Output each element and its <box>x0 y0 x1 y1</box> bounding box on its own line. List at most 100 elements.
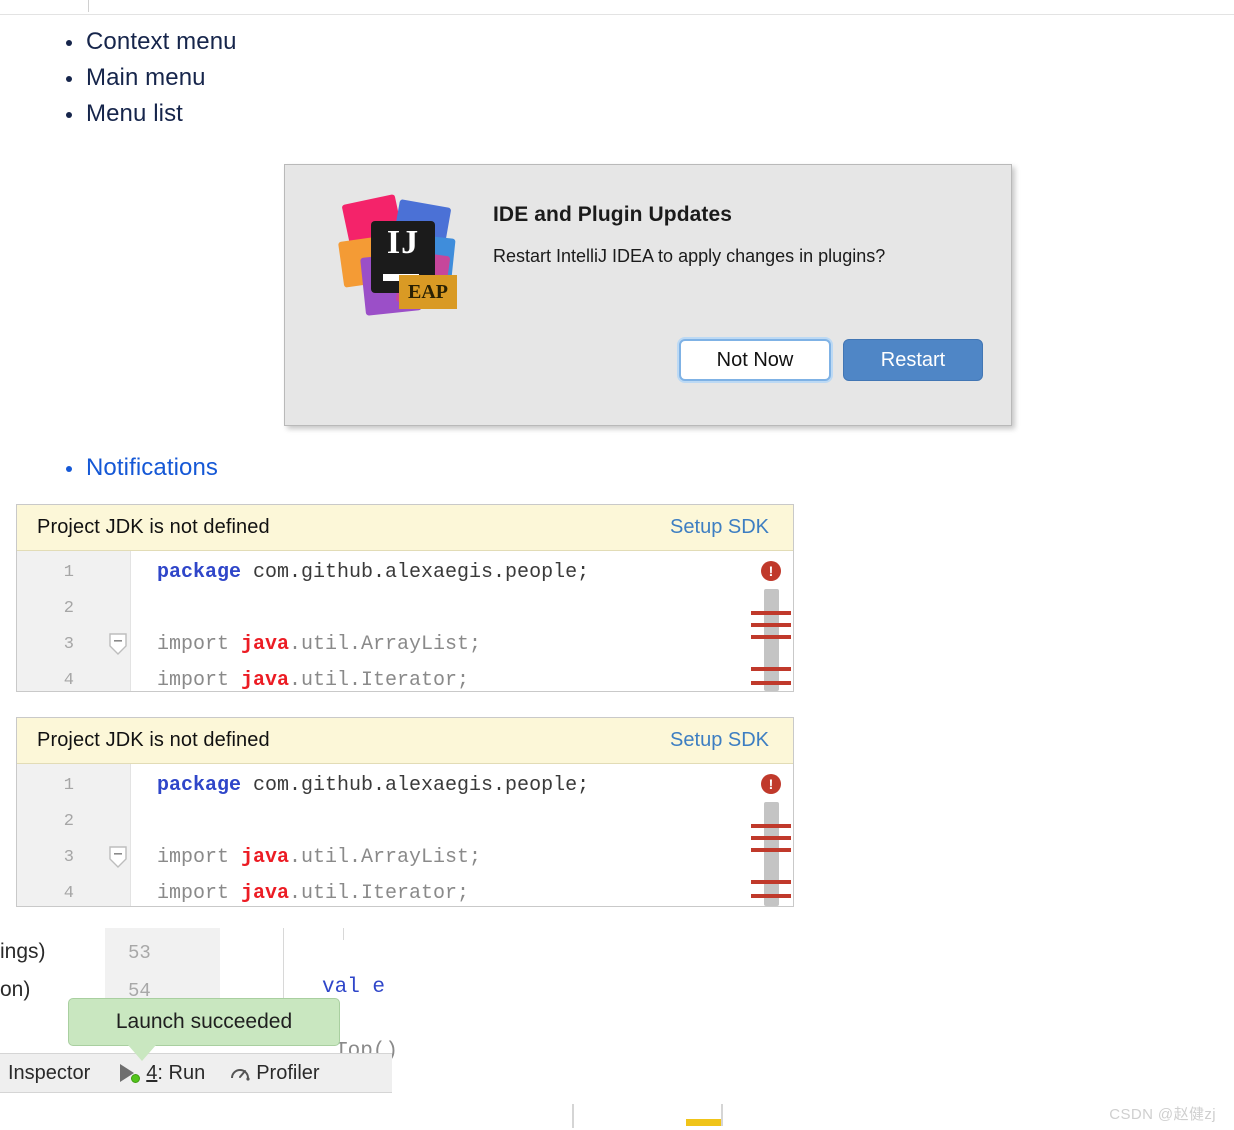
error-stripe-column[interactable]: ! <box>749 551 793 691</box>
code-token: import <box>157 633 242 656</box>
top-divider <box>0 14 1234 15</box>
code-token: .util.ArrayList; <box>289 846 482 869</box>
line-number: 4 <box>63 884 74 903</box>
setup-sdk-link[interactable]: Setup SDK <box>670 729 769 752</box>
run-play-icon[interactable] <box>120 1063 142 1083</box>
code-text-area[interactable]: package com.github.alexaegis.people; imp… <box>131 551 793 691</box>
logo-monogram: IJ <box>386 224 420 261</box>
error-marker[interactable] <box>751 836 791 840</box>
code-line: import java.util.Iterator; <box>157 884 469 904</box>
code-token: val <box>322 976 360 999</box>
tooltip-pointer-icon <box>128 1045 156 1061</box>
error-marker[interactable] <box>751 824 791 828</box>
code-line: package com.github.alexaegis.people; <box>157 563 589 583</box>
notification-panel: Project JDK is not defined Setup SDK 1 2… <box>16 504 794 692</box>
error-status-icon[interactable]: ! <box>761 561 781 581</box>
code-token: package <box>157 774 242 797</box>
notification-message: Project JDK is not defined <box>37 729 270 751</box>
error-marker[interactable] <box>751 623 791 627</box>
run-label: : Run <box>157 1061 206 1084</box>
code-token: java <box>241 882 290 905</box>
error-marker[interactable] <box>751 880 791 884</box>
status-profiler-item[interactable]: Profiler <box>229 1061 320 1085</box>
list-item[interactable]: Menu list <box>60 96 237 132</box>
line-number: 4 <box>63 671 74 690</box>
list-item-label: Menu list <box>86 100 183 127</box>
status-run-item[interactable]: 4: Run <box>120 1062 205 1085</box>
launch-succeeded-tooltip: Launch succeeded <box>68 998 340 1046</box>
code-token: java <box>241 846 290 869</box>
setup-sdk-link[interactable]: Setup SDK <box>670 516 769 539</box>
tooltip-label: Launch succeeded <box>115 1010 293 1033</box>
error-marker[interactable] <box>751 681 791 685</box>
watermark: CSDN @赵健zj <box>1109 1106 1216 1123</box>
error-marker[interactable] <box>751 848 791 852</box>
line-number: 1 <box>63 776 74 795</box>
code-token: import <box>157 669 242 692</box>
not-now-button[interactable]: Not Now <box>679 339 831 381</box>
error-marker[interactable] <box>751 635 791 639</box>
notification-banner: Project JDK is not defined Setup SDK <box>17 718 793 764</box>
code-editor[interactable]: 1 2 3 4 package com.github.alexaegis.peo… <box>17 764 793 906</box>
code-line: package com.github.alexaegis.people; <box>157 776 589 796</box>
code-token: package <box>157 561 242 584</box>
code-token: com.github.alexaegis.people; <box>241 774 590 797</box>
list-item[interactable]: Notifications <box>60 450 218 486</box>
line-number: 2 <box>63 599 74 618</box>
code-token: com.github.alexaegis.people; <box>241 561 590 584</box>
clipped-text-line: ings) <box>0 940 46 963</box>
profiler-gauge-icon <box>229 1063 251 1083</box>
clipped-text-line: on) <box>0 978 31 1001</box>
code-line: import java.util.ArrayList; <box>157 635 481 655</box>
editor-scrollbar[interactable] <box>764 802 779 906</box>
line-number: 3 <box>63 848 74 867</box>
list-item-label: Context menu <box>86 28 237 55</box>
bottom-gold-bar <box>686 1119 722 1126</box>
code-line: import java.util.Iterator; <box>157 671 469 691</box>
eap-badge: EAP <box>399 275 457 309</box>
line-number: 3 <box>63 635 74 654</box>
error-marker[interactable] <box>751 611 791 615</box>
code-token: java <box>241 633 290 656</box>
code-fold-icon[interactable] <box>109 633 127 655</box>
notification-panel: Project JDK is not defined Setup SDK 1 2… <box>16 717 794 907</box>
line-number: 2 <box>63 812 74 831</box>
code-token: .util.Iterator; <box>289 882 470 905</box>
notification-banner: Project JDK is not defined Setup SDK <box>17 505 793 551</box>
code-token: .util.ArrayList; <box>289 633 482 656</box>
ide-plugin-updates-dialog: IJ EAP IDE and Plugin Updates Restart In… <box>284 164 1012 426</box>
code-text-area[interactable]: package com.github.alexaegis.people; imp… <box>131 764 793 906</box>
editor-scrollbar[interactable] <box>764 589 779 691</box>
profiler-label: Profiler <box>256 1061 320 1084</box>
line-number: 1 <box>63 563 74 582</box>
error-marker[interactable] <box>751 667 791 671</box>
code-editor[interactable]: 1 2 3 4 package com.github.alexaegis.peo… <box>17 551 793 691</box>
list-item-label: Notifications <box>86 454 219 481</box>
editor-caret-tick <box>343 928 344 940</box>
code-token: import <box>157 846 242 869</box>
code-line: import java.util.ArrayList; <box>157 848 481 868</box>
error-status-icon[interactable]: ! <box>761 774 781 794</box>
editor-gutter[interactable]: 1 2 3 4 <box>17 764 131 906</box>
code-fold-icon[interactable] <box>109 846 127 868</box>
restart-button[interactable]: Restart <box>843 339 983 381</box>
bottom-tick-mark <box>572 1104 574 1128</box>
list-item[interactable]: Context menu <box>60 24 237 60</box>
list-item[interactable]: Main menu <box>60 60 237 96</box>
status-inspector-item[interactable]: Inspector <box>8 1062 90 1085</box>
error-stripe-column[interactable]: ! <box>749 764 793 906</box>
editor-gutter[interactable]: 1 2 3 4 <box>17 551 131 691</box>
line-number: 53 <box>128 942 151 964</box>
inspector-label: Inspector <box>8 1061 91 1084</box>
code-token: e <box>359 976 386 999</box>
top-ruler-tick <box>88 0 89 12</box>
list-item-label: Main menu <box>86 64 206 91</box>
notifications-bullet-list: Notifications <box>60 450 218 486</box>
notification-message: Project JDK is not defined <box>37 516 270 538</box>
error-marker[interactable] <box>751 894 791 898</box>
bottom-tick-mark <box>721 1104 723 1126</box>
intellij-idea-eap-logo-icon: IJ EAP <box>338 194 459 317</box>
code-token: java <box>241 669 290 692</box>
dialog-button-row: Not Now Restart <box>679 339 983 381</box>
menu-bullet-list: Context menu Main menu Menu list <box>60 24 237 132</box>
